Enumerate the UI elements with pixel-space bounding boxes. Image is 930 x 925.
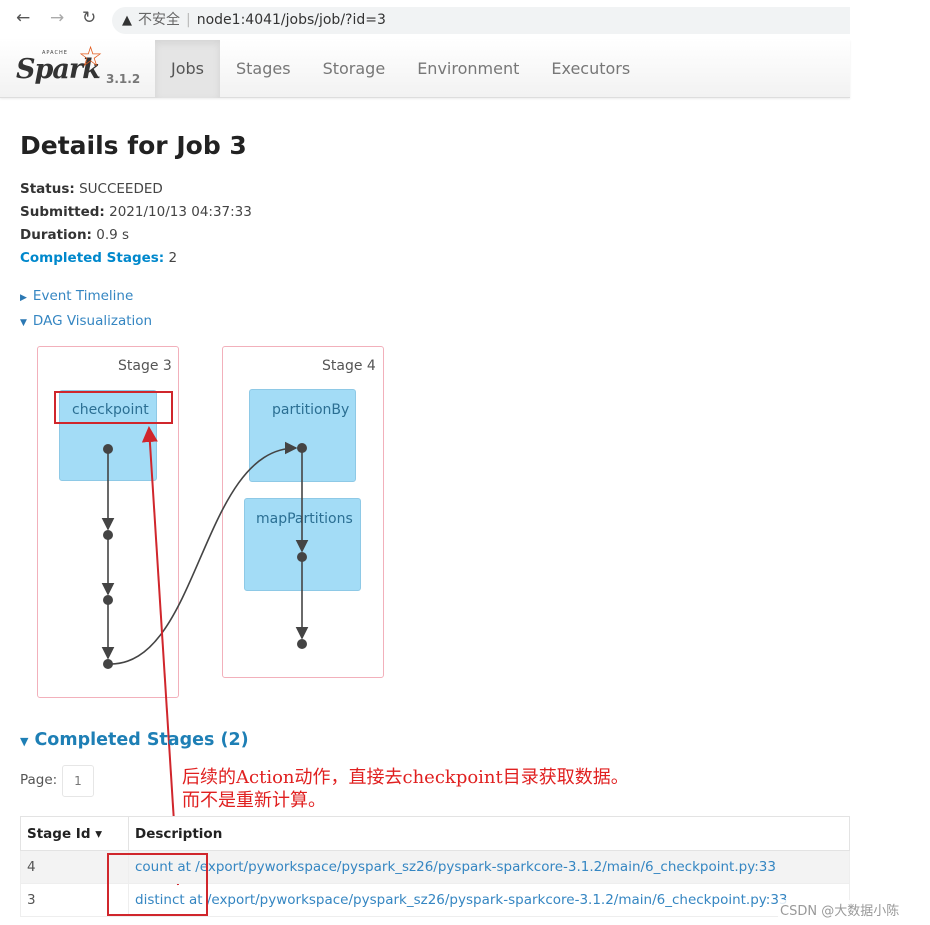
- triangle-down-icon: ▼: [20, 735, 29, 748]
- description-cell: count at /export/pyworkspace/pyspark_sz2…: [128, 850, 850, 884]
- annotation-highlight-checkpoint: [54, 391, 173, 424]
- dag-node: [103, 530, 113, 540]
- stage-description-link[interactable]: count at /export/pyworkspace/pyspark_sz2…: [135, 859, 776, 875]
- dag-node: [297, 552, 307, 562]
- dag-node: [103, 595, 113, 605]
- description-path: /export/pyworkspace/pyspark_sz26/pyspark…: [195, 859, 776, 875]
- column-header-stage-id[interactable]: Stage Id ▾: [20, 816, 129, 851]
- annotation-highlight-actions: [107, 853, 208, 916]
- dag-node: [297, 639, 307, 649]
- description-path: /export/pyworkspace/pyspark_sz26/pyspark…: [206, 892, 788, 908]
- completed-stages-title: Completed Stages (2): [34, 730, 249, 750]
- dag-node: [297, 443, 307, 453]
- dag-node: [103, 659, 113, 669]
- dag-node: [103, 444, 113, 454]
- page-label: Page:: [20, 772, 58, 788]
- dag-cross-stage-edge: [107, 441, 298, 665]
- page-number-input[interactable]: 1: [62, 765, 94, 797]
- completed-stages-toggle[interactable]: ▼ Completed Stages (2): [20, 730, 249, 750]
- annotation-text: 后续的Action动作，直接去checkpoint目录获取数据。 而不是重新计算…: [182, 766, 629, 812]
- watermark: CSDN @大数据小陈: [778, 900, 902, 919]
- column-header-description[interactable]: Description: [128, 816, 850, 851]
- table-header-row: Stage Id ▾ Description: [20, 816, 850, 851]
- annotation-line-2: 而不是重新计算。: [182, 790, 326, 811]
- annotation-line-1: 后续的Action动作，直接去checkpoint目录获取数据。: [182, 767, 629, 788]
- description-cell: distinct at /export/pyworkspace/pyspark_…: [128, 883, 850, 917]
- stage-3-edges: [101, 441, 298, 665]
- stage-description-link[interactable]: distinct at /export/pyworkspace/pyspark_…: [135, 892, 788, 908]
